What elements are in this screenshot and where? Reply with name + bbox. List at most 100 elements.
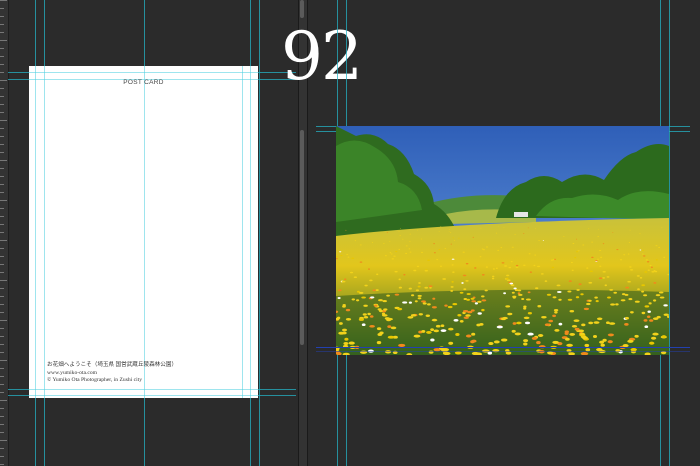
flower-dot bbox=[471, 300, 477, 303]
flower-dot bbox=[628, 298, 633, 301]
flower-dot bbox=[658, 246, 661, 248]
ruler-tick bbox=[0, 128, 4, 129]
flower-dot bbox=[338, 331, 345, 335]
flower-dot bbox=[551, 266, 555, 269]
flower-dot bbox=[510, 284, 515, 287]
flower-dot bbox=[609, 322, 616, 325]
flower-dot bbox=[574, 327, 580, 331]
flower-dot bbox=[358, 318, 364, 321]
flower-field-photo[interactable] bbox=[336, 126, 669, 355]
flower-dot bbox=[424, 269, 429, 272]
flower-dot bbox=[552, 259, 555, 261]
flower-dot bbox=[395, 251, 398, 253]
ruler-tick bbox=[0, 448, 4, 449]
flower-dot bbox=[630, 311, 634, 314]
ruler-tick bbox=[0, 136, 4, 137]
flower-dot bbox=[345, 229, 347, 231]
guide-vertical[interactable] bbox=[259, 0, 260, 466]
flower-dot bbox=[402, 301, 408, 304]
flower-dot bbox=[508, 266, 512, 269]
flower-dot bbox=[481, 248, 484, 250]
flower-dot bbox=[436, 258, 439, 261]
ruler-tick bbox=[0, 72, 4, 73]
flower-dot bbox=[552, 314, 556, 318]
flower-dot bbox=[575, 296, 580, 299]
flower-dot bbox=[387, 335, 395, 339]
flower-dot bbox=[451, 264, 454, 266]
flower-dot bbox=[496, 325, 503, 329]
flower-dot bbox=[576, 289, 580, 291]
ruler-tick bbox=[0, 312, 4, 313]
flower-dot bbox=[408, 301, 412, 304]
flower-dot bbox=[466, 293, 471, 295]
flower-dot bbox=[374, 304, 378, 307]
flower-dot bbox=[345, 318, 352, 321]
flower-dot bbox=[361, 323, 366, 327]
flower-dot bbox=[629, 266, 632, 268]
flower-dot bbox=[461, 282, 464, 284]
flower-dot bbox=[523, 342, 528, 346]
vertical-ruler[interactable] bbox=[0, 0, 9, 466]
flower-dot bbox=[628, 242, 630, 244]
flower-dot bbox=[450, 289, 454, 292]
ruler-tick bbox=[0, 352, 4, 353]
guide-vertical[interactable] bbox=[669, 0, 670, 466]
flower-dot bbox=[495, 267, 498, 270]
ruler-tick bbox=[0, 464, 4, 465]
flower-dot bbox=[641, 284, 646, 287]
flower-dot bbox=[440, 324, 445, 328]
flower-dot bbox=[477, 312, 482, 315]
postcard-page[interactable]: POST CARD お花畑へようこそ（埼玉県 国営武蔵丘陵森林公園） www.y… bbox=[29, 66, 258, 398]
flower-dot bbox=[533, 264, 536, 267]
flower-dot bbox=[511, 246, 514, 248]
flower-dot bbox=[485, 266, 488, 268]
flower-dot bbox=[521, 297, 525, 301]
flower-dot bbox=[651, 270, 655, 273]
flower-dot bbox=[570, 261, 573, 264]
flower-dot bbox=[435, 324, 441, 328]
flower-dot bbox=[427, 303, 431, 306]
flower-dot bbox=[336, 237, 338, 239]
flower-dot bbox=[503, 292, 506, 295]
flower-dot bbox=[629, 229, 631, 231]
flower-dot bbox=[642, 255, 646, 257]
ruler-tick bbox=[0, 416, 4, 417]
flower-dot bbox=[576, 251, 579, 253]
flower-dot bbox=[523, 339, 529, 343]
flower-dot bbox=[537, 334, 544, 337]
scrollbar-thumb[interactable] bbox=[300, 130, 304, 345]
flower-dot bbox=[369, 315, 374, 318]
flower-dot bbox=[514, 289, 518, 292]
flower-dot bbox=[515, 266, 519, 268]
flower-dot bbox=[497, 249, 500, 251]
flower-dot bbox=[339, 251, 342, 253]
flower-dot bbox=[641, 290, 645, 293]
flower-dot bbox=[605, 321, 610, 325]
flower-dot bbox=[484, 289, 488, 292]
flower-dot bbox=[503, 227, 505, 229]
ruler-tick bbox=[0, 424, 4, 425]
flower-dot bbox=[571, 324, 578, 328]
flower-dot bbox=[453, 319, 459, 322]
page-number: 92 bbox=[281, 18, 363, 95]
flower-dot bbox=[598, 277, 603, 280]
flower-dot bbox=[372, 289, 377, 292]
flower-dot bbox=[571, 269, 574, 272]
flower-dot bbox=[417, 294, 422, 297]
flower-dot bbox=[615, 303, 619, 306]
ruler-tick bbox=[0, 208, 4, 209]
flower-dot bbox=[639, 276, 643, 279]
flower-dot bbox=[431, 306, 437, 309]
ruler-tick bbox=[0, 296, 4, 297]
flower-dot bbox=[463, 316, 469, 319]
ruler-tick bbox=[0, 368, 4, 369]
flower-dot bbox=[459, 320, 464, 323]
flower-dot bbox=[597, 258, 599, 260]
flower-dot bbox=[450, 232, 452, 234]
flower-dot bbox=[354, 240, 357, 242]
caption-line-credit: © Yumiko Ota Photographer, in Zushi city bbox=[47, 377, 143, 384]
flower-dot bbox=[512, 322, 517, 325]
scrollbar-thumb-top[interactable] bbox=[300, 0, 304, 18]
selection-edge-line bbox=[316, 351, 690, 352]
flower-dot bbox=[433, 329, 440, 333]
